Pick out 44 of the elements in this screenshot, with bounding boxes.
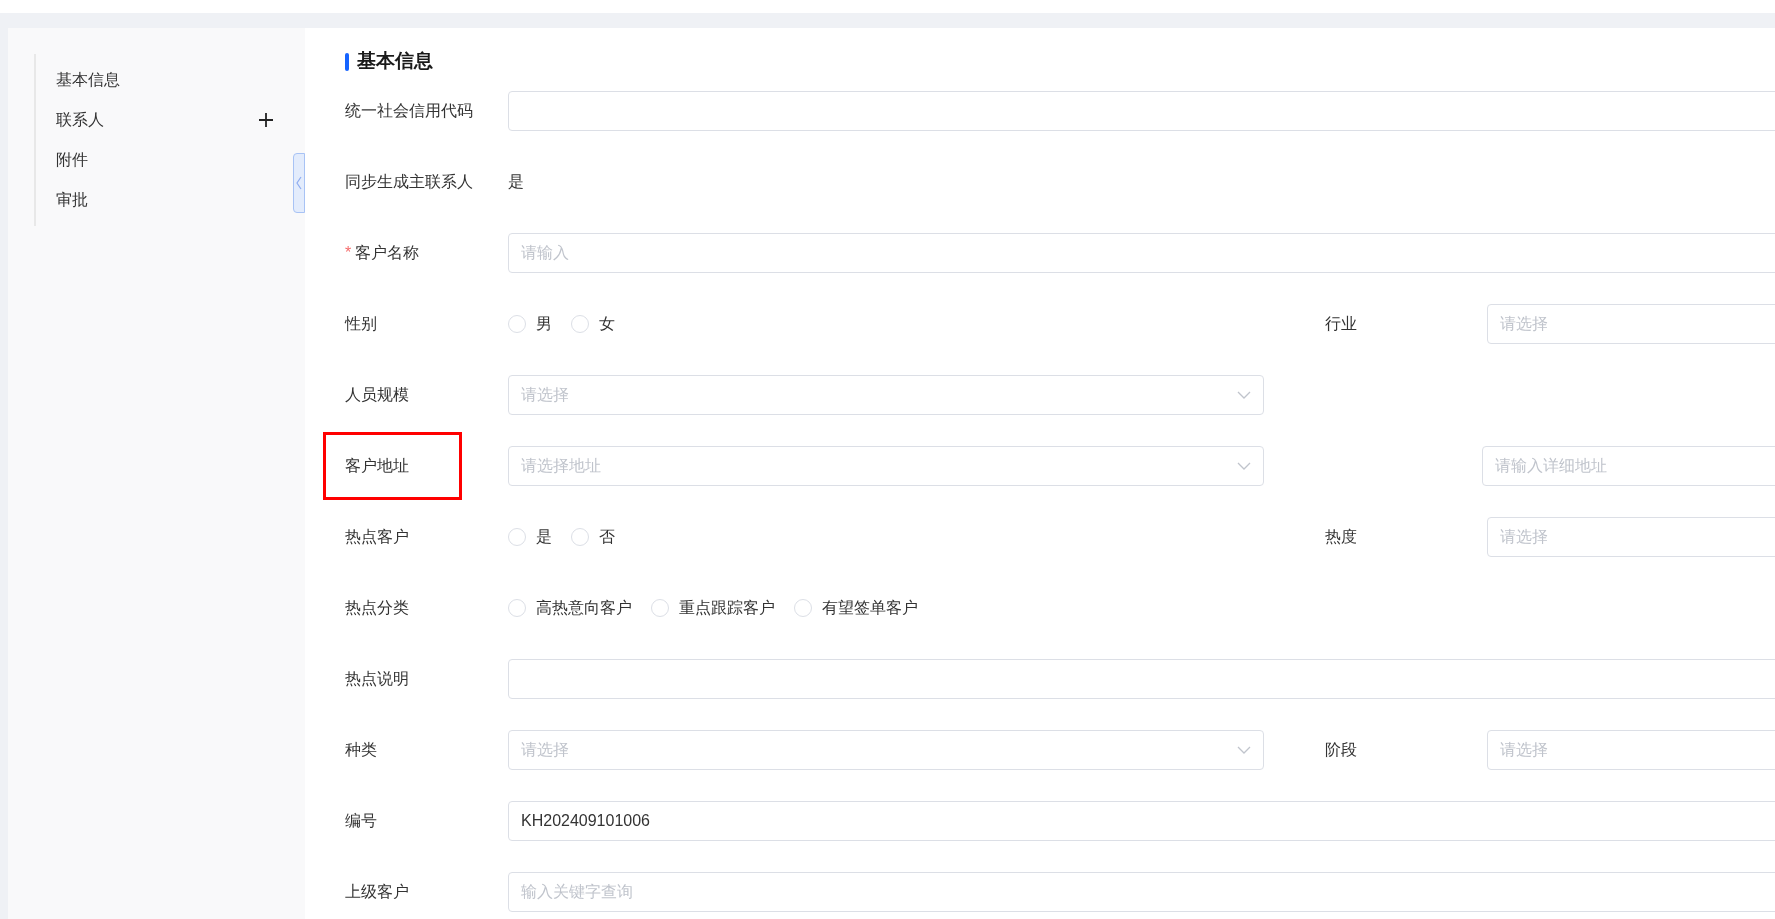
field-label: 热点说明 <box>344 668 410 689</box>
radio-option[interactable]: 有望签单客户 <box>794 595 918 620</box>
collapse-handle[interactable] <box>293 153 305 213</box>
field-label: 客户地址 <box>323 431 462 500</box>
chevron-down-icon <box>1237 390 1251 399</box>
radio-option[interactable]: 是 <box>508 524 552 549</box>
field-label: 性别 <box>343 313 378 334</box>
sidebar-item[interactable]: 审批 <box>56 188 88 212</box>
section-title: 基本信息 <box>357 48 433 73</box>
chevron-down-icon <box>1237 461 1251 470</box>
section-marker <box>345 53 349 71</box>
field-label: * 客户名称 <box>344 242 421 263</box>
input-field[interactable]: KH202409101006 <box>508 800 1775 841</box>
chevron-left-icon <box>296 176 302 190</box>
field-label: 行业 <box>1324 313 1358 334</box>
field-label: 种类 <box>344 739 378 760</box>
field-label: 热度 <box>1324 526 1358 547</box>
radio-option[interactable]: 高热意向客户 <box>508 595 632 620</box>
field-label: 阶段 <box>1324 739 1358 760</box>
radio-option[interactable]: 女 <box>571 311 615 336</box>
input-field[interactable]: 请选择 <box>1487 303 1775 344</box>
input-field[interactable] <box>508 90 1775 131</box>
field-value: 是 <box>508 171 524 192</box>
radio-option[interactable]: 男 <box>508 311 552 336</box>
input-field[interactable]: 输入关键字查询 <box>508 871 1775 912</box>
field-label: 热点客户 <box>344 526 410 547</box>
input-field[interactable]: 请输入详细地址 <box>1482 445 1775 486</box>
chevron-down-icon <box>1237 745 1251 754</box>
field-label: 编号 <box>344 810 378 831</box>
field-label: 同步生成主联系人 <box>344 171 474 192</box>
input-field[interactable]: 请输入 <box>508 232 1775 273</box>
sidebar-item[interactable]: 附件 <box>56 148 88 172</box>
input-field[interactable] <box>508 658 1775 699</box>
radio-option[interactable]: 重点跟踪客户 <box>651 595 775 620</box>
field-label: 人员规模 <box>344 384 410 405</box>
field-label: 统一社会信用代码 <box>344 100 474 121</box>
field-label: 上级客户 <box>344 881 410 902</box>
input-field[interactable]: 请选择 <box>1487 516 1775 557</box>
input-field[interactable]: 请选择 <box>1487 729 1775 770</box>
field-label: 热点分类 <box>344 597 410 618</box>
plus-icon[interactable] <box>258 112 274 128</box>
sidebar-item[interactable]: 基本信息 <box>56 68 120 92</box>
sidebar-item[interactable]: 联系人 <box>56 108 104 132</box>
radio-option[interactable]: 否 <box>571 524 615 549</box>
